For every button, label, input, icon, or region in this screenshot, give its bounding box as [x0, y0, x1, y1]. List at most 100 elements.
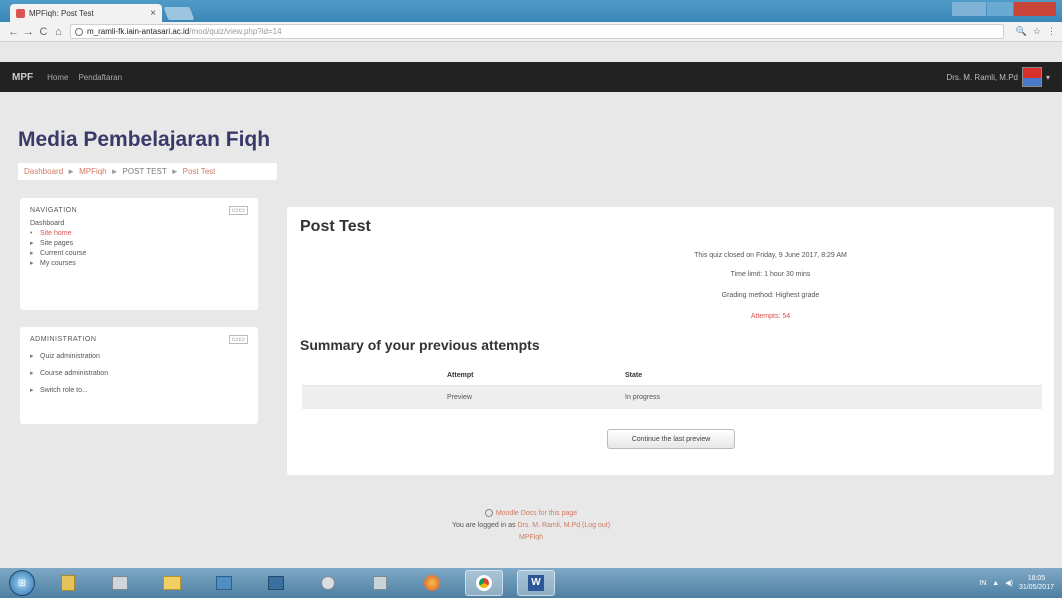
user-menu[interactable]: Drs. M. Ramli, M.Pd ▾	[946, 67, 1050, 87]
start-button[interactable]: ⊞	[9, 570, 35, 596]
volume-icon[interactable]: ◀)	[1005, 579, 1013, 587]
breadcrumb-course[interactable]: MPFiqh	[79, 167, 107, 176]
table-row: Preview In progress	[302, 385, 1042, 409]
tab-title: MPFiqh: Post Test	[29, 8, 94, 18]
new-tab-button[interactable]	[163, 7, 195, 20]
navigation-block: NAVIGATION ▭▭ Dashboard • Site home ▸ Site…	[20, 198, 258, 310]
taskbar-app-chrome[interactable]	[465, 570, 503, 596]
nav-item-label: Site pages	[40, 240, 74, 247]
clock[interactable]: 18:05 31/05/2017	[1019, 574, 1054, 592]
nav-link-home[interactable]: Home	[47, 73, 68, 82]
column-header-state: State	[625, 367, 1042, 386]
block-dock-icon[interactable]: ▭▭	[228, 335, 248, 344]
admin-item-switch-role[interactable]: ▸ Switch role to...	[30, 382, 248, 399]
admin-item-course[interactable]: ▸ Course administration	[30, 365, 248, 382]
page-title: Media Pembelajaran Fiqh	[18, 128, 271, 151]
quiz-attempts-link[interactable]: Attempts: 54	[287, 313, 1054, 320]
breadcrumb-separator: ►	[170, 167, 179, 176]
chevron-down-icon[interactable]: ▾	[1046, 73, 1050, 82]
attempts-table: Attempt State Preview In progress	[302, 367, 1042, 409]
nav-link-pendaftaran[interactable]: Pendaftaran	[78, 73, 122, 82]
url-path: /mod/quiz/view.php?id=14	[189, 27, 282, 36]
avatar[interactable]	[1021, 67, 1042, 87]
navigation-block-title: NAVIGATION	[30, 207, 78, 214]
language-indicator[interactable]: IN	[979, 580, 986, 587]
logged-in-text: You are logged in as	[451, 522, 516, 529]
nav-item-current-course[interactable]: ▸ Current course	[30, 249, 248, 259]
taskbar-app-settings[interactable]	[309, 570, 347, 596]
taskbar-app-explorer[interactable]	[49, 570, 87, 596]
tab-close-icon[interactable]: ×	[150, 8, 156, 19]
quiz-closed-info: This quiz closed on Friday, 9 June 2017,…	[694, 252, 847, 259]
breadcrumb: Dashboard ► MPFiqh ► POST TEST ► Post Te…	[18, 163, 277, 180]
page-footer: Moodle Docs for this page You are logged…	[0, 508, 1062, 544]
quiz-title: Post Test	[300, 218, 371, 235]
expand-icon: ▸	[30, 240, 34, 247]
minimize-button[interactable]	[952, 2, 986, 16]
taskbar-app-firefox[interactable]	[413, 570, 451, 596]
forward-icon[interactable]: →	[21, 26, 36, 38]
expand-icon: ▸	[30, 370, 34, 377]
continue-preview-button[interactable]: Continue the last preview	[607, 429, 735, 449]
taskbar-app-word[interactable]: W	[517, 570, 555, 596]
window-controls	[951, 2, 1056, 16]
logout-link[interactable]: Drs. M. Ramli, M.Pd (Log out)	[517, 522, 610, 529]
expand-icon: ▸	[30, 353, 34, 360]
taskbar-app-network[interactable]	[257, 570, 295, 596]
maximize-button[interactable]	[987, 2, 1013, 16]
main-region: Post Test This quiz closed on Friday, 9 …	[287, 207, 1054, 475]
url-input[interactable]: m_ramli-fk.iain-antasari.ac.id /mod/quiz…	[70, 24, 1004, 39]
breadcrumb-dashboard[interactable]: Dashboard	[24, 167, 63, 176]
site-navbar: MPF Home Pendaftaran Drs. M. Ramli, M.Pd…	[0, 62, 1062, 92]
nav-item-label: Current course	[40, 250, 87, 257]
help-icon	[484, 509, 493, 518]
breadcrumb-current[interactable]: Post Test	[183, 167, 216, 176]
clock-time: 18:05	[1027, 575, 1046, 582]
block-dock-icon[interactable]: ▭▭	[228, 206, 248, 215]
admin-item-label: Switch role to...	[40, 387, 88, 394]
home-icon[interactable]: ⌂	[51, 26, 66, 38]
moodle-docs-link[interactable]: Moodle Docs for this page	[496, 510, 577, 517]
admin-item-quiz[interactable]: ▸ Quiz administration	[30, 348, 248, 365]
summary-heading: Summary of your previous attempts	[300, 337, 540, 353]
table-cell-state: In progress	[625, 385, 1042, 409]
nav-item-label: Site home	[40, 230, 72, 237]
taskbar-app-calc[interactable]	[205, 570, 243, 596]
quiz-grading-method: Grading method: Highest grade	[721, 292, 820, 299]
back-icon[interactable]: ←	[6, 26, 21, 38]
network-icon[interactable]: ▲	[992, 580, 999, 587]
reload-icon[interactable]: C	[36, 26, 51, 38]
administration-block: ADMINISTRATION ▭▭ ▸ Quiz administration ▸…	[20, 327, 258, 424]
site-info-icon[interactable]	[75, 27, 83, 36]
taskbar-app-folder[interactable]	[153, 570, 191, 596]
expand-icon: ▸	[30, 250, 34, 257]
nav-dashboard-link[interactable]: Dashboard	[30, 219, 248, 229]
zoom-icon[interactable]: 🔍	[1016, 26, 1027, 37]
bullet-icon: •	[30, 230, 33, 237]
favicon-icon	[16, 8, 25, 18]
nav-item-site-pages[interactable]: ▸ Site pages	[30, 239, 248, 249]
quiz-time-limit: Time limit: 1 hour 30 mins	[730, 271, 811, 278]
footer-course-link[interactable]: MPFiqh	[519, 534, 543, 541]
breadcrumb-section[interactable]: POST TEST	[123, 167, 167, 176]
browser-tabbar: MPFiqh: Post Test ×	[0, 0, 1062, 22]
column-header-attempt: Attempt	[302, 367, 625, 386]
taskbar-app-network2[interactable]	[361, 570, 399, 596]
browser-menu-icon[interactable]: ⋮	[1047, 26, 1056, 37]
brand-link[interactable]: MPF	[12, 72, 33, 83]
breadcrumb-separator: ►	[67, 167, 76, 176]
nav-item-my-courses[interactable]: ▸ My courses	[30, 259, 248, 269]
address-toolbar: ← → C ⌂ m_ramli-fk.iain-antasari.ac.id /…	[0, 22, 1062, 42]
browser-tab[interactable]: MPFiqh: Post Test ×	[10, 4, 162, 22]
taskbar-app-tools[interactable]	[101, 570, 139, 596]
url-host: m_ramli-fk.iain-antasari.ac.id	[87, 27, 190, 36]
system-tray: IN ▲ ◀) 18:05 31/05/2017	[973, 574, 1062, 592]
clock-date: 31/05/2017	[1018, 584, 1054, 591]
close-window-button[interactable]	[1014, 2, 1056, 16]
bookmark-star-icon[interactable]: ☆	[1033, 26, 1041, 37]
expand-icon: ▸	[30, 260, 34, 267]
nav-item-site-home[interactable]: • Site home	[30, 229, 248, 239]
admin-item-label: Course administration	[40, 370, 109, 377]
user-name[interactable]: Drs. M. Ramli, M.Pd	[946, 73, 1018, 82]
breadcrumb-separator: ►	[110, 167, 119, 176]
